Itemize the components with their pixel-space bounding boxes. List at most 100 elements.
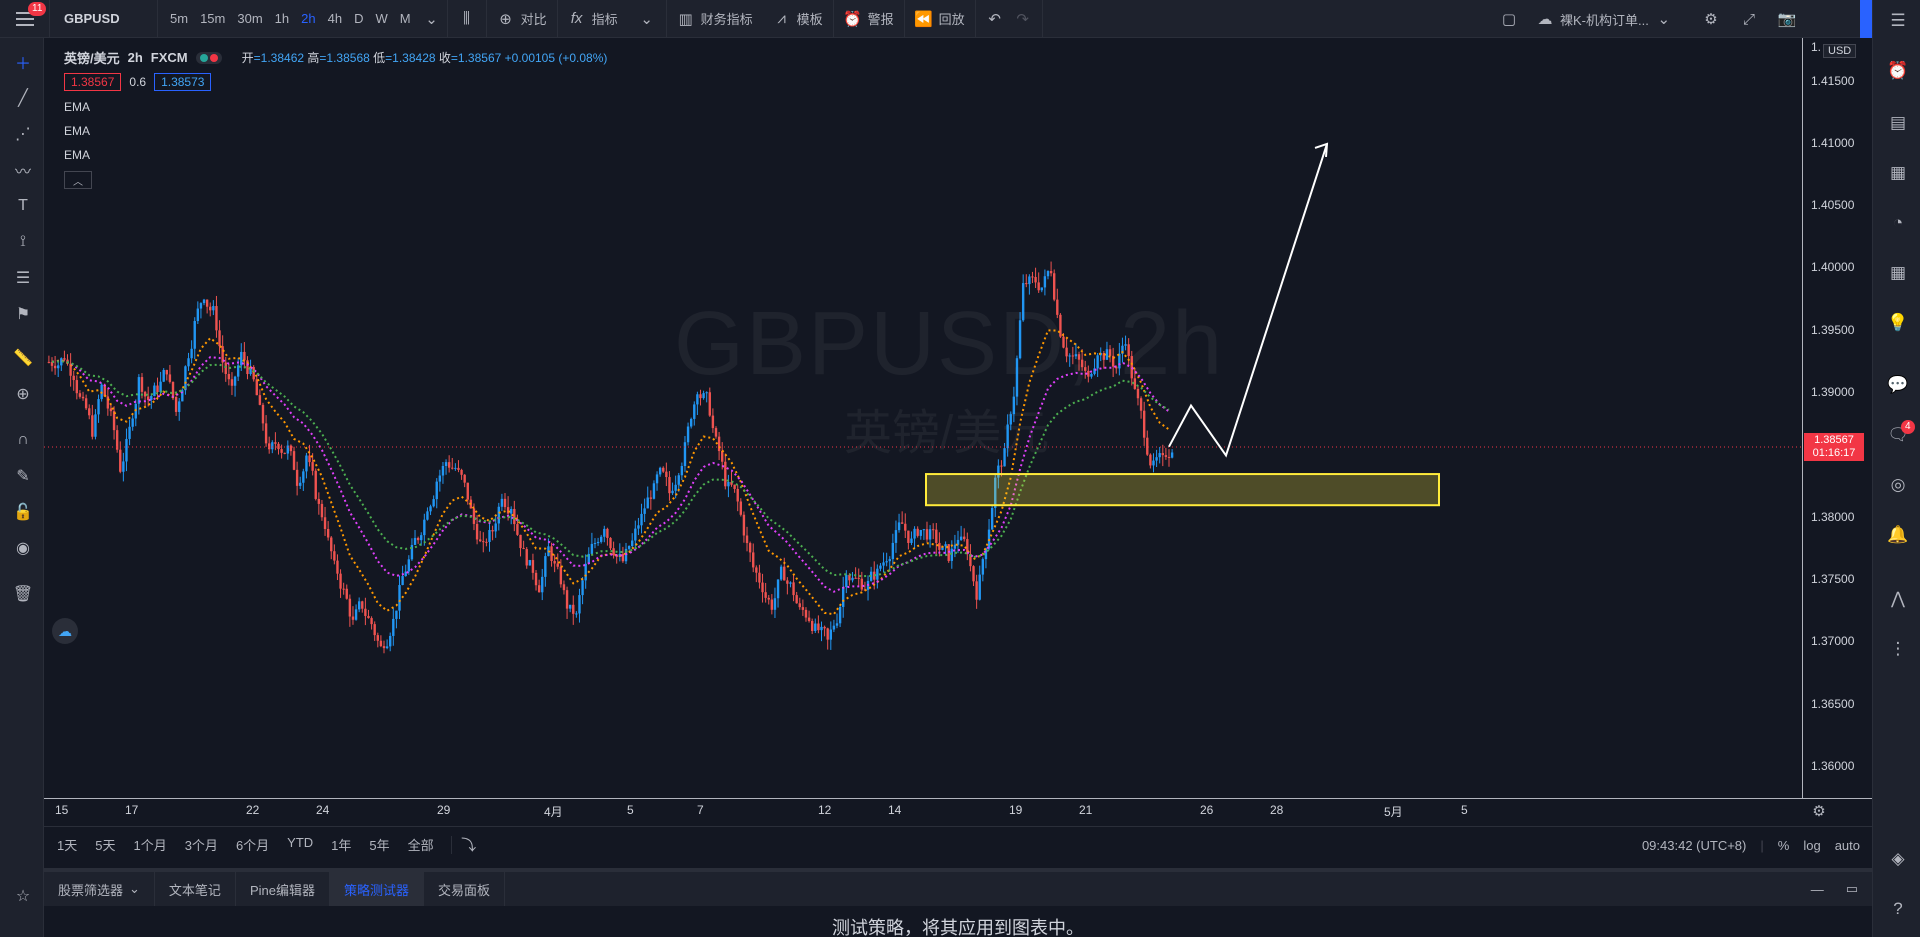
candle-body	[752, 552, 755, 568]
axis-settings-gear-icon[interactable]: ⚙	[1810, 802, 1828, 820]
timeframe-W[interactable]: W	[369, 0, 393, 38]
gear-icon[interactable]: ⚙	[1702, 10, 1720, 28]
sell-price-button[interactable]: 1.38567	[64, 73, 122, 91]
prediction-icon[interactable]: ⟟	[13, 232, 33, 252]
symbol-search-button[interactable]: GBPUSD	[50, 0, 158, 38]
tab-text-notes[interactable]: 文本笔记	[155, 872, 236, 906]
redo-button[interactable]: ↷	[1014, 0, 1042, 38]
main-menu-button[interactable]: 11	[0, 0, 50, 38]
data-window-icon[interactable]: ▤	[1887, 112, 1909, 134]
fullscreen-select-icon[interactable]: ▢	[1500, 10, 1518, 28]
timeframe-30m[interactable]: 30m	[231, 0, 268, 38]
candle-body	[938, 542, 941, 550]
ruler-icon[interactable]: 📏	[13, 348, 33, 368]
indicator-ema-2[interactable]: EMA	[64, 119, 607, 143]
indicator-ema-3[interactable]: EMA	[64, 143, 607, 167]
chat-icon[interactable]: 💬	[1887, 374, 1909, 396]
measure-list-icon[interactable]: ☰	[13, 268, 33, 288]
cloud-logo-icon[interactable]: ☁	[52, 618, 78, 644]
candle-body	[178, 401, 181, 412]
camera-icon[interactable]: 📷	[1778, 10, 1797, 28]
pattern-icon[interactable]: 〰	[13, 160, 33, 181]
range-button[interactable]: 1年	[322, 835, 360, 854]
candle-body	[441, 465, 445, 476]
indicator-ema-1[interactable]: EMA	[64, 95, 607, 119]
price-axis[interactable]: USD 1. 1.41500 1.41000 1.40500 1.40000 1.395…	[1802, 38, 1872, 798]
timeframe-4h[interactable]: 4h	[322, 0, 348, 38]
range-button[interactable]: 6个月	[227, 835, 278, 854]
log-scale-toggle[interactable]: log	[1803, 838, 1820, 853]
candle-body	[826, 628, 829, 640]
fib-icon[interactable]: ⋰	[13, 124, 33, 144]
fullscreen-icon[interactable]: ⤢	[1740, 10, 1758, 28]
magnet-icon[interactable]: ∩	[13, 430, 33, 450]
indicators-button[interactable]: fx 指标 ⌄	[558, 0, 666, 38]
minimize-icon[interactable]: —	[1811, 882, 1824, 897]
order-panel-icon[interactable]: ⋀	[1887, 588, 1909, 610]
chevron-down-icon[interactable]: ⌄	[423, 10, 441, 28]
tab-pine-editor[interactable]: Pine编辑器	[236, 872, 330, 906]
layers-icon[interactable]: ◈	[1887, 848, 1909, 870]
dom-icon[interactable]: ⋮	[1887, 638, 1909, 660]
undo-button[interactable]: ↶	[976, 0, 1014, 38]
buy-price-button[interactable]: 1.38573	[154, 73, 212, 91]
trend-line-icon[interactable]: ╱	[13, 88, 33, 108]
timeframe-M[interactable]: M	[394, 0, 417, 38]
alarm-icon[interactable]: ⏰	[1887, 60, 1909, 82]
percent-scale-toggle[interactable]: %	[1778, 838, 1790, 853]
market-status-pill[interactable]	[195, 51, 222, 64]
financials-button[interactable]: ▥ 财务指标	[667, 0, 763, 38]
timeframe-D[interactable]: D	[348, 0, 369, 38]
tab-stock-screener[interactable]: 股票筛选器 ⌄	[44, 872, 155, 906]
watchlist-icon[interactable]: ☰	[1887, 10, 1909, 32]
clock-time[interactable]: 09:43:42 (UTC+8)	[1642, 838, 1746, 853]
tab-trading-panel[interactable]: 交易面板	[424, 872, 505, 906]
tab-strategy-tester[interactable]: 策略测试器	[329, 872, 424, 906]
streams-icon[interactable]: ◎	[1887, 474, 1909, 496]
indicators-label: 指标	[591, 12, 618, 27]
flag-icon[interactable]: ⚑	[13, 304, 33, 324]
lock-icon[interactable]: 🔓	[13, 502, 33, 522]
timeframe-1h[interactable]: 1h	[269, 0, 295, 38]
ideas-icon[interactable]: 💡	[1887, 312, 1909, 334]
range-button[interactable]: 5年	[360, 835, 398, 854]
candle-body	[326, 528, 330, 538]
calendar-icon[interactable]: ▦	[1887, 262, 1909, 284]
alert-button[interactable]: ⏰ 警报	[834, 0, 904, 38]
range-button[interactable]: 5天	[86, 835, 124, 854]
range-button[interactable]: 1天	[48, 835, 86, 854]
auto-scale-toggle[interactable]: auto	[1835, 838, 1860, 853]
crosshair-icon[interactable]: ＋	[13, 52, 33, 73]
collapse-legend-button[interactable]: ︿	[64, 171, 92, 189]
timeframe-15m[interactable]: 15m	[194, 0, 231, 38]
range-button[interactable]: 3个月	[176, 835, 227, 854]
replay-button[interactable]: ⏪ 回放	[905, 0, 975, 38]
candle-body	[308, 455, 311, 463]
hotlist-icon[interactable]: ◔	[1887, 212, 1909, 234]
range-button[interactable]: 1个月	[124, 835, 175, 854]
news-icon[interactable]: ▦	[1887, 162, 1909, 184]
range-button[interactable]: YTD	[278, 835, 322, 854]
candle-body	[184, 366, 187, 391]
notifications-bell-icon[interactable]: 🔔	[1887, 524, 1909, 546]
help-icon[interactable]: ?	[1887, 898, 1909, 920]
pencil-lock-icon[interactable]: ✎	[13, 466, 33, 486]
timeframe-5m[interactable]: 5m	[164, 0, 194, 38]
chart-pane[interactable]: GBPUSD, 2h 英镑/美元 英镑/美元 2h FXCM 开=1.38462…	[44, 38, 1872, 798]
trash-icon[interactable]: 🗑	[13, 584, 33, 604]
layout-selector[interactable]: ☁ 裸K-机构订单... ⌄	[1536, 0, 1673, 38]
zoom-in-icon[interactable]: ⊕	[13, 384, 33, 404]
templates-button[interactable]: ⩘ 模板	[763, 0, 833, 38]
star-icon[interactable]: ☆	[13, 886, 33, 906]
time-axis[interactable]: 15 17 22 24 29 4月 5 7 12 14 19 21 26 28 5月 5 ⚙	[44, 798, 1872, 823]
compare-button[interactable]: ⊕ 对比	[487, 0, 557, 38]
candle-body	[392, 618, 395, 636]
text-icon[interactable]: T	[13, 196, 33, 216]
range-button[interactable]: 全部	[399, 835, 443, 854]
timeframe-2h[interactable]: 2h	[295, 0, 321, 38]
candle-body	[584, 563, 587, 581]
maximize-icon[interactable]: ▭	[1846, 881, 1858, 897]
goto-date-icon[interactable]: ⤵	[460, 836, 478, 854]
eye-icon[interactable]: ◉	[13, 538, 33, 558]
chart-type-button[interactable]: ⫼	[448, 0, 486, 38]
